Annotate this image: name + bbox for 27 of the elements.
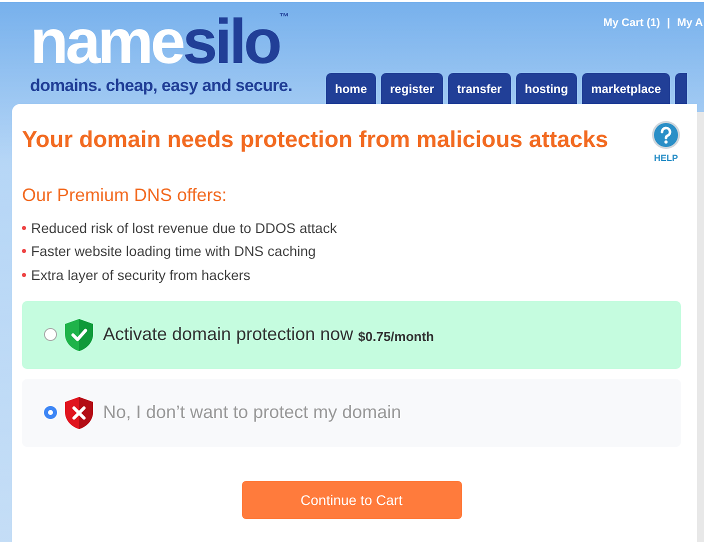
section-heading: Our Premium DNS offers: (22, 185, 228, 206)
option-label: No, I don’t want to protect my domain (103, 402, 402, 423)
tagline: domains. cheap, easy and secure. (30, 76, 292, 96)
option-panel[interactable]: Activate domain protection now $0.75/month (22, 300, 681, 368)
feature-text: Reduced risk of lost revenue due to DDOS attack (31, 220, 337, 236)
nav-tab[interactable]: hosting (516, 73, 578, 104)
price-text: $0.75/month (358, 328, 434, 344)
radio-button[interactable] (44, 328, 57, 341)
bullet-icon (22, 272, 26, 277)
page-heading: Your domain needs protection from malicious attacks (22, 126, 608, 154)
logo-wordmark[interactable]: namesilo$^{™}$ (30, 12, 290, 72)
bullet-icon (22, 249, 26, 254)
option-label: Activate domain protection now (103, 324, 354, 345)
help-link[interactable]: HELP (654, 153, 678, 163)
feature-text: Extra layer of security from hackers (31, 266, 250, 283)
nav-tab[interactable]: register (381, 73, 444, 104)
nav-tab[interactable] (675, 73, 688, 104)
nav-tab[interactable]: home (326, 73, 376, 104)
shield-check-icon (64, 318, 94, 352)
nav-tab[interactable]: marketplace (582, 73, 670, 104)
feature-text: Faster website loading time with DNS caching (31, 243, 316, 260)
nav-tab[interactable]: transfer (448, 73, 511, 104)
radio-button[interactable] (44, 406, 57, 419)
bullet-icon (22, 226, 26, 230)
help-icon[interactable] (651, 120, 681, 150)
shield-cross-icon (64, 396, 94, 430)
link-separator: | (667, 17, 670, 29)
